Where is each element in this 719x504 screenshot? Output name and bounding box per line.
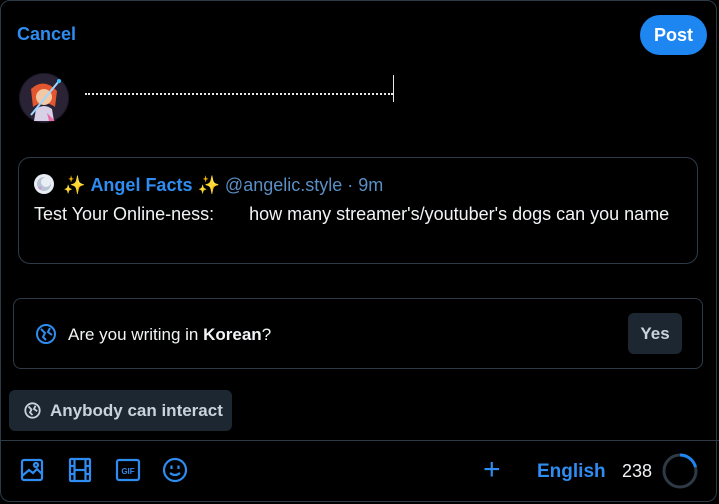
post-text-input[interactable] bbox=[85, 93, 393, 95]
post-language-button[interactable]: English bbox=[537, 461, 606, 483]
plus-icon[interactable]: + bbox=[483, 455, 501, 485]
emoji-icon[interactable] bbox=[162, 457, 188, 483]
quoted-post-time: 9m bbox=[358, 175, 384, 195]
svg-text:GIF: GIF bbox=[121, 467, 134, 476]
user-avatar[interactable] bbox=[19, 73, 69, 123]
quoted-author-name[interactable]: Angel Facts bbox=[90, 175, 192, 195]
interaction-label: Anybody can interact bbox=[50, 401, 223, 420]
sparkle-icon: ✨ bbox=[63, 175, 86, 195]
globe-language-icon bbox=[35, 323, 57, 350]
quoted-author-handle[interactable]: @angelic.style bbox=[225, 175, 342, 195]
moon-avatar-icon bbox=[34, 174, 54, 194]
image-icon[interactable] bbox=[19, 457, 45, 483]
quoted-post[interactable]: ✨ Angel Facts ✨ @angelic.style · 9m Test… bbox=[18, 157, 698, 264]
quoted-post-header: ✨ Angel Facts ✨ @angelic.style · 9m bbox=[63, 175, 383, 196]
character-progress-ring bbox=[661, 452, 699, 495]
user-avatar-anime-character-icon bbox=[19, 73, 69, 123]
language-prompt-text: Are you writing in Korean? bbox=[68, 325, 272, 344]
detected-language: Korean bbox=[203, 325, 262, 344]
meta-separator: · bbox=[342, 175, 359, 195]
quoted-post-text: Test Your Online-ness: how many streamer… bbox=[34, 204, 670, 224]
cancel-button[interactable]: Cancel bbox=[17, 24, 76, 45]
sparkle-icon: ✨ bbox=[197, 175, 220, 195]
text-caret bbox=[393, 75, 394, 102]
yes-button[interactable]: Yes bbox=[628, 313, 682, 354]
globe-lock-icon bbox=[24, 402, 41, 424]
video-icon[interactable] bbox=[67, 457, 93, 483]
post-button[interactable]: Post bbox=[640, 15, 707, 55]
toolbar-divider bbox=[0, 440, 719, 441]
gif-icon[interactable]: GIF bbox=[115, 457, 141, 483]
language-suggestion: Are you writing in Korean? Yes bbox=[13, 298, 703, 369]
interaction-settings-button[interactable]: Anybody can interact bbox=[9, 390, 232, 431]
character-count: 238 bbox=[622, 461, 653, 481]
